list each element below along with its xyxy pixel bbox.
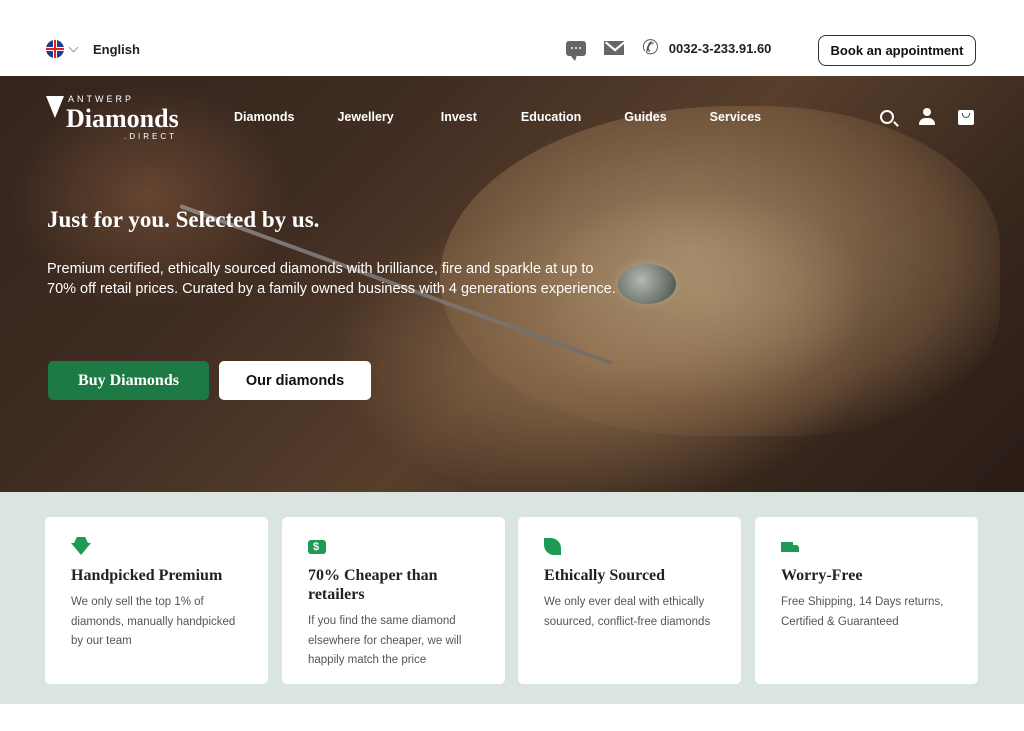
truck-icon [781, 537, 801, 557]
top-bar: English ✆ 0032-3-233.91.60 Book an appoi… [0, 0, 1024, 76]
language-label: English [93, 41, 140, 57]
features-section: Handpicked Premium We only sell the top … [0, 492, 1024, 704]
contact-links: ✆ 0032-3-233.91.60 [566, 38, 772, 61]
money-icon [308, 537, 328, 557]
chevron-down-icon [68, 42, 79, 52]
nav-item-invest[interactable]: Invest [441, 110, 477, 124]
hero-section: ANTWERP Diamonds .DIRECT Diamonds Jewell… [0, 76, 1024, 492]
phone-icon[interactable]: ✆ [642, 38, 659, 58]
feature-title: Worry-Free [781, 567, 863, 584]
feature-card: Ethically Sourced We only ever deal with… [518, 517, 741, 684]
feature-card: Handpicked Premium We only sell the top … [45, 517, 268, 684]
leaf-icon [544, 537, 564, 557]
mail-icon[interactable] [604, 41, 624, 55]
logo-top-text: ANTWERP [68, 94, 134, 104]
feature-text: We only sell the top 1% of diamonds, man… [71, 596, 236, 647]
feature-text: If you find the same diamond elsewhere f… [308, 615, 462, 666]
language-selector[interactable]: English [46, 40, 140, 58]
nav-item-services[interactable]: Services [710, 110, 761, 124]
header-icons [880, 108, 974, 126]
diamond-icon [71, 537, 91, 557]
logo-sub-text: .DIRECT [124, 132, 177, 141]
feature-title: Ethically Sourced [544, 567, 666, 584]
phone-number-link[interactable]: 0032-3-233.91.60 [669, 41, 772, 56]
nav-item-guides[interactable]: Guides [624, 110, 666, 124]
search-icon[interactable] [880, 110, 894, 124]
feature-text: Free Shipping, 14 Days returns, Certifie… [781, 596, 944, 628]
logo-main-text: Diamonds [66, 104, 179, 133]
feature-card: Worry-Free Free Shipping, 14 Days return… [755, 517, 978, 684]
hero-title: Just for you. Selected by us. [47, 207, 320, 232]
nav-item-jewellery[interactable]: Jewellery [337, 110, 393, 124]
main-nav: Diamonds Jewellery Invest Education Guid… [234, 110, 804, 124]
feature-card: 70% Cheaper than retailers If you find t… [282, 517, 505, 684]
book-appointment-button[interactable]: Book an appointment [818, 35, 976, 66]
chat-icon[interactable] [566, 40, 586, 61]
feature-text: We only ever deal with ethically souurce… [544, 596, 711, 628]
user-icon[interactable] [918, 108, 936, 126]
logo-diamond-icon [46, 96, 64, 118]
our-diamonds-button[interactable]: Our diamonds [219, 361, 371, 400]
feature-title: Handpicked Premium [71, 567, 223, 584]
nav-item-education[interactable]: Education [521, 110, 581, 124]
uk-flag-icon [46, 40, 64, 58]
nav-item-diamonds[interactable]: Diamonds [234, 110, 294, 124]
hero-description: Premium certified, ethically sourced dia… [47, 261, 616, 297]
buy-diamonds-button[interactable]: Buy Diamonds [48, 361, 209, 400]
shopping-bag-icon[interactable] [958, 109, 974, 125]
feature-title: 70% Cheaper than retailers [308, 567, 438, 603]
